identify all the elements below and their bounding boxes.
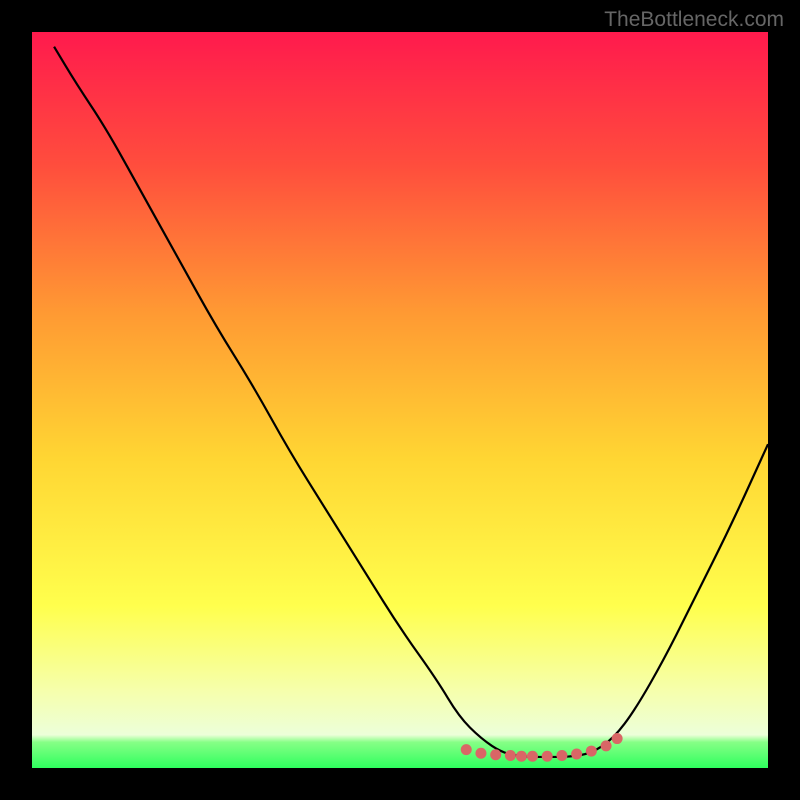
marker-dot (556, 750, 567, 761)
marker-dot (612, 733, 623, 744)
marker-dot (571, 749, 582, 760)
marker-dot (527, 751, 538, 762)
marker-dot (601, 740, 612, 751)
chart-container: TheBottleneck.com (0, 0, 800, 800)
chart-svg (32, 32, 768, 768)
gradient-background (32, 32, 768, 768)
plot-area (32, 32, 768, 768)
marker-dot (586, 746, 597, 757)
marker-dot (542, 751, 553, 762)
marker-dot (516, 751, 527, 762)
marker-dot (461, 744, 472, 755)
watermark-text: TheBottleneck.com (604, 8, 784, 32)
marker-dot (475, 748, 486, 759)
marker-dot (505, 750, 516, 761)
marker-dot (490, 749, 501, 760)
